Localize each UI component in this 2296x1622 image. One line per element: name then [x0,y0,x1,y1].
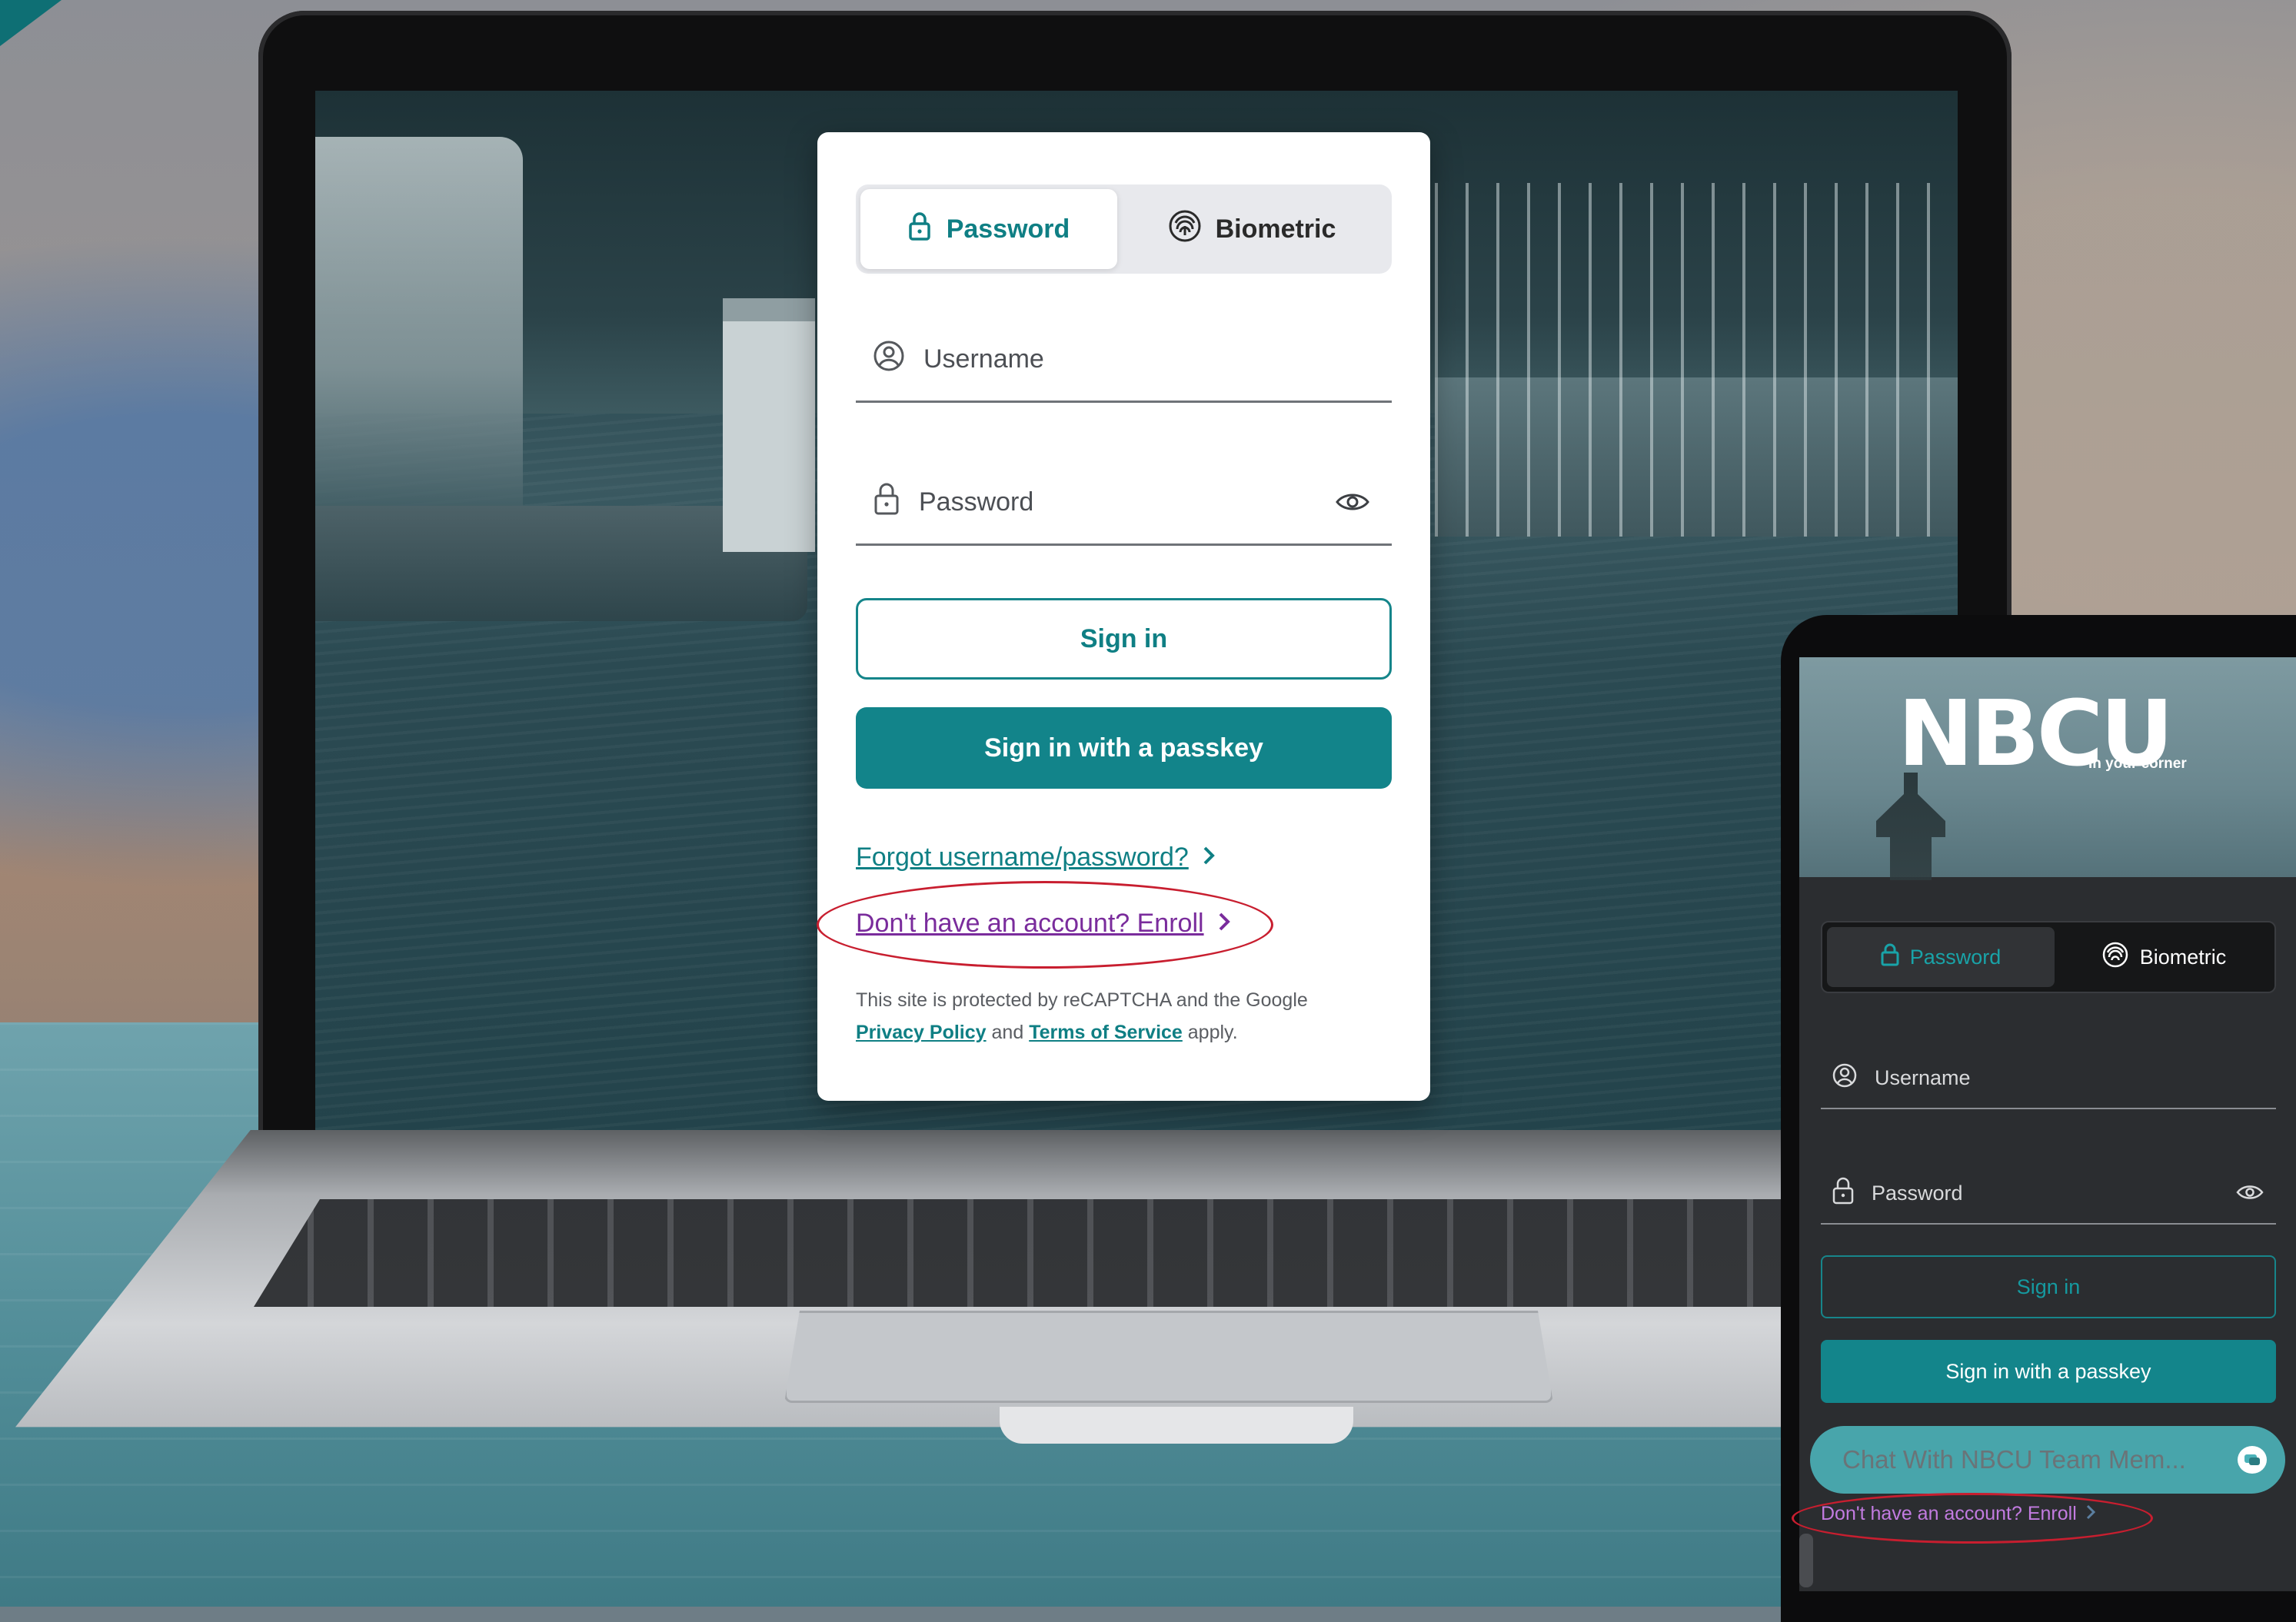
lock-icon [908,211,931,248]
forgot-credentials-link[interactable]: Forgot username/password? [856,843,1215,872]
sign-in-button[interactable]: Sign in [856,598,1392,680]
recaptcha-and: and [991,1022,1024,1043]
mobile-sign-in-button[interactable]: Sign in [1821,1255,2276,1318]
password-field[interactable]: Password [856,461,1392,546]
recaptcha-notice: This site is protected by reCAPTCHA and … [856,984,1392,1049]
fingerprint-icon [2101,941,2129,974]
harbor-ferry [315,137,523,521]
password-placeholder: Password [919,487,1034,517]
lighthouse-image [1876,773,1945,880]
mobile-password-placeholder: Password [1872,1181,1963,1205]
lock-icon [873,482,900,523]
user-icon [1832,1062,1858,1094]
laptop-hinge-notch [1000,1407,1353,1444]
lock-icon [1832,1177,1855,1210]
enroll-highlight-ellipse [817,881,1273,969]
terms-of-service-link[interactable]: Terms of Service [1029,1022,1183,1043]
show-password-icon[interactable] [2236,1183,2264,1207]
chat-widget-label: Chat With NBCU Team Mem... [1842,1445,2186,1474]
tab-biometric-label: Biometric [1215,214,1336,244]
mobile-auth-method-toggle: Password Biometric [1821,921,2276,993]
fingerprint-icon [1168,209,1202,250]
laptop-keyboard [254,1199,1907,1307]
mobile-tab-biometric-label: Biometric [2139,945,2227,969]
lock-icon [1881,943,1899,972]
chevron-right-icon [1203,843,1215,872]
mobile-username-field[interactable]: Username [1821,1048,2276,1109]
mobile-tab-password[interactable]: Password [1827,927,2055,987]
mobile-passkey-sign-in-button[interactable]: Sign in with a passkey [1821,1340,2276,1403]
username-field[interactable]: Username [856,318,1392,403]
chat-icon [2238,1446,2267,1474]
phone-hero-banner: NBCU In your corner [1799,657,2296,880]
passkey-sign-in-button[interactable]: Sign in with a passkey [856,707,1392,789]
privacy-policy-link[interactable]: Privacy Policy [856,1022,987,1043]
brand-tagline: In your corner [2088,756,2187,772]
show-password-icon[interactable] [1335,490,1370,520]
forgot-credentials-label: Forgot username/password? [856,843,1189,872]
tab-biometric[interactable]: Biometric [1117,189,1386,269]
mobile-username-placeholder: Username [1875,1065,1971,1089]
mobile-enroll-highlight-ellipse [1792,1493,2153,1544]
username-placeholder: Username [923,344,1044,374]
auth-method-toggle: Password Biometric [856,184,1392,274]
phone-screen: NBCU In your corner Password Biometric U… [1799,657,2296,1591]
mobile-tab-password-label: Password [1909,945,2002,969]
tab-password-label: Password [946,214,1070,244]
mobile-password-field[interactable]: Password [1821,1163,2276,1225]
corner-accent [0,0,62,46]
scrollbar-thumb[interactable] [1799,1534,1813,1587]
lighthouse-building [723,298,815,552]
fishing-boats [1435,183,1958,537]
chat-widget-button[interactable]: Chat With NBCU Team Mem... [1810,1426,2285,1494]
laptop-trackpad [784,1311,1553,1403]
user-icon [873,340,905,379]
recaptcha-apply: apply. [1187,1022,1238,1043]
mobile-tab-biometric[interactable]: Biometric [2055,927,2273,987]
tab-password[interactable]: Password [860,189,1117,269]
recaptcha-text: This site is protected by reCAPTCHA and … [856,989,1308,1011]
